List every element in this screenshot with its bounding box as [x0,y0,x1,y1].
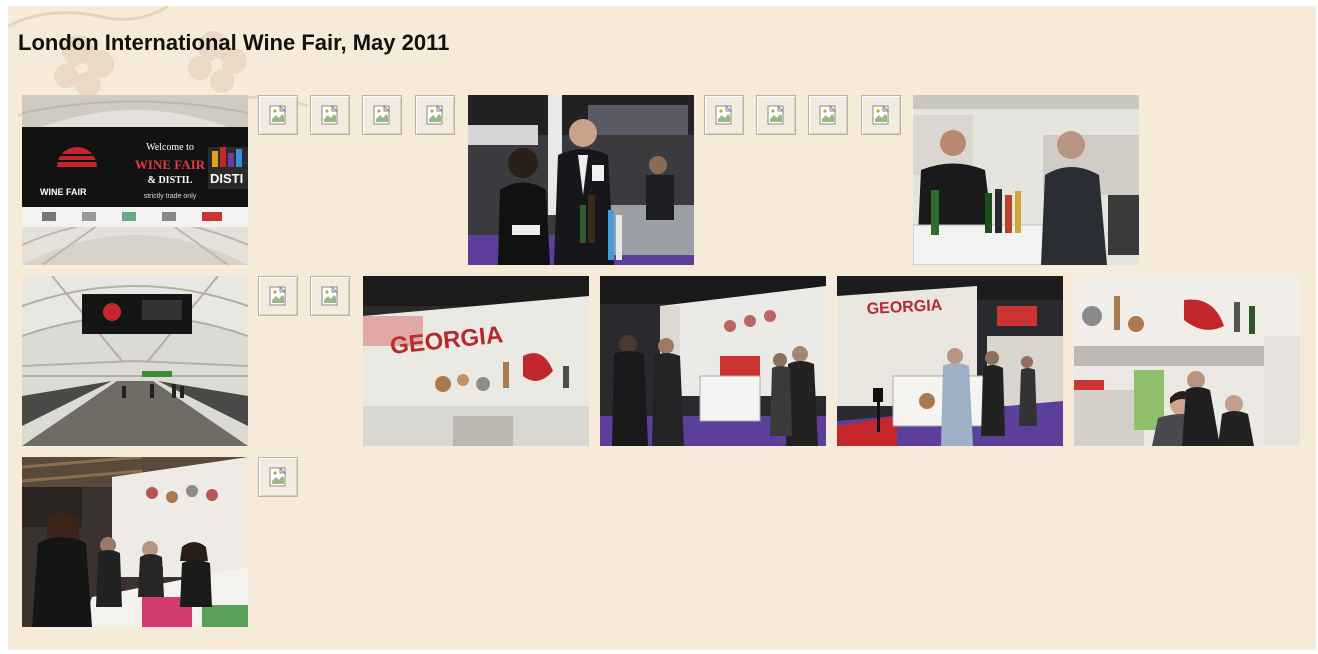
photo-hostess[interactable] [1074,276,1300,446]
broken-image-icon[interactable] [704,95,744,135]
broken-image-icon[interactable] [861,95,901,135]
banner-logo-text: WINE FAIR [40,187,87,197]
banner-event-line2: & DISTIL [148,175,193,186]
broken-image-icon[interactable] [310,276,350,316]
banner-distil-text: DISTI [210,171,243,186]
page-title: London International Wine Fair, May 2011 [18,30,450,55]
banner-welcome-text: Welcome to [146,142,194,153]
broken-image-icon[interactable] [808,95,848,135]
broken-image-icon[interactable] [258,276,298,316]
broken-image-icon[interactable] [415,95,455,135]
broken-image-icon[interactable] [258,457,298,497]
broken-image-icon[interactable] [258,95,298,135]
photo-booth-crowd[interactable] [600,276,826,446]
banner-event-line1: WINE FAIR [135,157,206,172]
photo-booth-counter[interactable]: GEORGIA [837,276,1063,446]
broken-image-icon[interactable] [310,95,350,135]
photo-canopy-walkway[interactable] [22,276,248,446]
photo-welcome-banner[interactable]: WINE FAIR Welcome to WINE FAIR & DISTIL … [22,95,248,265]
photo-couple-tasting[interactable] [468,95,694,265]
broken-image-icon[interactable] [756,95,796,135]
gallery-page: London International Wine Fair, May 2011… [8,6,1316,650]
photo-georgia-wall[interactable]: GEORGIA [363,276,589,446]
broken-image-icon[interactable] [362,95,402,135]
photo-tasting-counter[interactable] [22,457,248,627]
banner-trade-text: strictly trade only [144,193,197,200]
photo-bartender-pouring[interactable] [913,95,1139,265]
